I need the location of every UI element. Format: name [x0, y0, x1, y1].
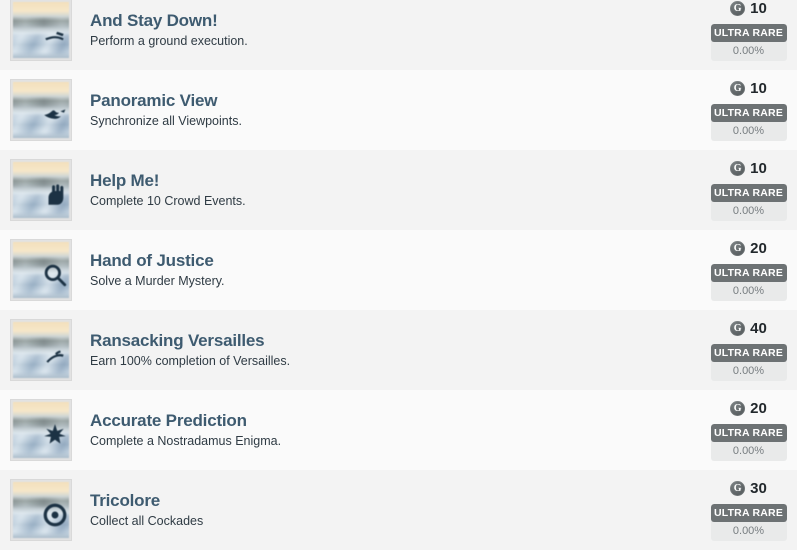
helping-hand-icon	[42, 182, 68, 208]
palace-icon	[42, 342, 68, 368]
gamerscore-g-icon: G	[730, 0, 746, 16]
trophy-points: G 40	[730, 318, 767, 338]
trophy-points-value: 40	[750, 319, 767, 337]
rarity-badge: ULTRA RARE	[710, 504, 787, 522]
trophy-row[interactable]: And Stay Down! Perform a ground execution…	[0, 0, 797, 70]
gamerscore-g-icon: G	[730, 400, 746, 416]
cockade-icon	[42, 502, 68, 528]
ground-execution-icon	[42, 22, 68, 48]
trophy-thumbnail	[10, 0, 72, 61]
trophy-description: Synchronize all Viewpoints.	[90, 114, 242, 129]
rarity-percent: 0.00%	[732, 205, 765, 217]
eagle-icon	[42, 102, 68, 128]
rarity-percent: 0.00%	[732, 285, 765, 297]
rarity-percent: 0.00%	[732, 45, 765, 57]
trophy-points: G 10	[730, 0, 767, 18]
trophy-thumbnail	[10, 479, 72, 541]
trophy-points-value: 20	[750, 239, 767, 257]
trophy-points: G 20	[730, 238, 767, 258]
trophy-meta: G 40 ULTRA RARE 0.00%	[705, 310, 797, 390]
trophy-text: Ransacking Versailles Earn 100% completio…	[72, 331, 705, 370]
trophy-thumbnail	[10, 79, 72, 141]
trophy-thumbnail-image	[13, 2, 69, 58]
trophy-row[interactable]: Ransacking Versailles Earn 100% completio…	[0, 310, 797, 390]
trophy-text: Accurate Prediction Complete a Nostradamu…	[72, 411, 705, 450]
trophy-row[interactable]: Tricolore Collect all Cockades G 30 ULTRA RA…	[0, 470, 797, 550]
trophy-thumbnail	[10, 319, 72, 381]
rarity-percent: 0.00%	[732, 445, 765, 457]
trophy-meta: G 10 ULTRA RARE 0.00%	[705, 70, 797, 150]
trophy-row[interactable]: Panoramic View Synchronize all Viewpoints…	[0, 70, 797, 150]
trophy-title[interactable]: Accurate Prediction	[90, 411, 695, 431]
rarity-badge: ULTRA RARE	[710, 184, 787, 202]
trophy-description: Solve a Murder Mystery.	[90, 274, 225, 289]
trophy-points-value: 10	[750, 79, 767, 97]
trophy-text: And Stay Down! Perform a ground execution…	[72, 11, 705, 50]
trophy-text: Hand of Justice Solve a Murder Mystery.	[72, 251, 705, 290]
trophy-title[interactable]: Hand of Justice	[90, 251, 695, 271]
trophy-row[interactable]: Accurate Prediction Complete a Nostradamu…	[0, 390, 797, 470]
trophy-text: Tricolore Collect all Cockades	[72, 491, 705, 530]
trophy-rarity: ULTRA RARE 0.00%	[710, 264, 787, 301]
trophy-thumbnail	[10, 239, 72, 301]
trophy-text: Help Me! Complete 10 Crowd Events.	[72, 171, 705, 210]
trophy-thumbnail-image	[13, 82, 69, 138]
rarity-badge: ULTRA RARE	[710, 264, 787, 282]
star-burst-icon	[42, 422, 68, 448]
trophy-thumbnail-image	[13, 482, 69, 538]
gamerscore-g-icon: G	[730, 80, 746, 96]
rarity-badge: ULTRA RARE	[710, 24, 787, 42]
trophy-rarity: ULTRA RARE 0.00%	[710, 344, 787, 381]
trophy-thumbnail	[10, 399, 72, 461]
trophy-points: G 30	[730, 478, 767, 498]
trophy-thumbnail-image	[13, 242, 69, 298]
trophy-row[interactable]: Hand of Justice Solve a Murder Mystery. G 2…	[0, 230, 797, 310]
gamerscore-g-icon: G	[730, 160, 746, 176]
trophy-meta: G 10 ULTRA RARE 0.00%	[705, 0, 797, 70]
magnifying-glass-icon	[42, 262, 68, 288]
trophy-meta: G 30 ULTRA RARE 0.00%	[705, 470, 797, 550]
trophy-rarity: ULTRA RARE 0.00%	[710, 424, 787, 461]
trophy-points-value: 30	[750, 479, 767, 497]
trophy-list: And Stay Down! Perform a ground execution…	[0, 0, 797, 550]
trophy-text: Panoramic View Synchronize all Viewpoints…	[72, 91, 705, 130]
trophy-points-value: 20	[750, 399, 767, 417]
trophy-meta: G 20 ULTRA RARE 0.00%	[705, 390, 797, 470]
trophy-description: Complete 10 Crowd Events.	[90, 194, 246, 209]
trophy-points: G 10	[730, 78, 767, 98]
gamerscore-g-icon: G	[730, 480, 746, 496]
trophy-thumbnail	[10, 159, 72, 221]
trophy-rarity: ULTRA RARE 0.00%	[710, 24, 787, 61]
trophy-points: G 20	[730, 398, 767, 418]
trophy-points-value: 10	[750, 159, 767, 177]
trophy-description: Earn 100% completion of Versailles.	[90, 354, 291, 369]
rarity-badge: ULTRA RARE	[710, 344, 787, 362]
rarity-badge: ULTRA RARE	[710, 424, 787, 442]
trophy-points: G 10	[730, 158, 767, 178]
trophy-thumbnail-image	[13, 162, 69, 218]
rarity-percent: 0.00%	[732, 125, 765, 137]
trophy-rarity: ULTRA RARE 0.00%	[710, 504, 787, 541]
gamerscore-g-icon: G	[730, 320, 746, 336]
rarity-badge: ULTRA RARE	[710, 104, 787, 122]
trophy-rarity: ULTRA RARE 0.00%	[710, 104, 787, 141]
trophy-title[interactable]: Panoramic View	[90, 91, 695, 111]
rarity-percent: 0.00%	[732, 365, 765, 377]
trophy-rarity: ULTRA RARE 0.00%	[710, 184, 787, 221]
trophy-thumbnail-image	[13, 322, 69, 378]
trophy-description: Collect all Cockades	[90, 514, 204, 529]
gamerscore-g-icon: G	[730, 240, 746, 256]
trophy-points-value: 10	[750, 0, 767, 17]
trophy-meta: G 20 ULTRA RARE 0.00%	[705, 230, 797, 310]
trophy-row[interactable]: Help Me! Complete 10 Crowd Events. G 10 ULTR…	[0, 150, 797, 230]
rarity-percent: 0.00%	[732, 525, 765, 537]
trophy-thumbnail-image	[13, 402, 69, 458]
trophy-description: Perform a ground execution.	[90, 34, 248, 49]
trophy-title[interactable]: And Stay Down!	[90, 11, 695, 31]
trophy-title[interactable]: Ransacking Versailles	[90, 331, 695, 351]
trophy-description: Complete a Nostradamus Enigma.	[90, 434, 282, 449]
trophy-meta: G 10 ULTRA RARE 0.00%	[705, 150, 797, 230]
trophy-title[interactable]: Help Me!	[90, 171, 695, 191]
trophy-title[interactable]: Tricolore	[90, 491, 695, 511]
